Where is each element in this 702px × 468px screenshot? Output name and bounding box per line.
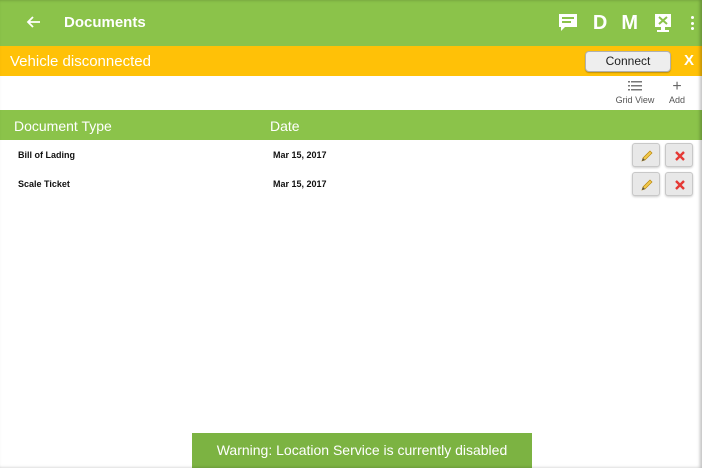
pencil-icon xyxy=(641,150,653,162)
location-warning-toast: Warning: Location Service is currently d… xyxy=(192,433,532,468)
date-cell: Mar 15, 2017 xyxy=(273,150,327,160)
grid-view-button[interactable]: Grid View xyxy=(612,80,658,105)
close-icon xyxy=(675,151,685,161)
toolbar: Grid View + Add xyxy=(0,76,702,110)
pencil-icon xyxy=(641,179,653,191)
add-label: Add xyxy=(668,95,685,105)
grid-view-label: Grid View xyxy=(615,95,655,105)
column-header-date: Date xyxy=(270,118,300,134)
app-bar: Documents D M xyxy=(0,0,702,46)
arrow-left-icon[interactable] xyxy=(22,10,46,34)
date-cell: Mar 15, 2017 xyxy=(273,179,327,189)
document-type-cell: Scale Ticket xyxy=(18,179,70,189)
table-header: Document Type Date xyxy=(0,110,702,140)
report-icon[interactable] xyxy=(652,12,674,34)
close-icon xyxy=(675,180,685,190)
edit-button[interactable] xyxy=(632,143,660,167)
add-button[interactable]: + Add xyxy=(664,78,690,106)
list-icon xyxy=(612,80,658,94)
document-type-cell: Bill of Lading xyxy=(18,150,75,160)
vehicle-status-banner: Vehicle disconnected Connect X xyxy=(0,46,702,76)
plus-icon: + xyxy=(672,78,682,95)
page-title: Documents xyxy=(64,14,146,31)
banner-close-button[interactable]: X xyxy=(684,52,694,69)
appbar-actions: D M xyxy=(557,8,696,38)
documents-screen: Documents D M Vehicle disconnected Conne… xyxy=(0,0,702,468)
message-icon[interactable] xyxy=(557,13,579,33)
m-status-button[interactable]: M xyxy=(621,8,638,38)
table-row[interactable]: Bill of Lading Mar 15, 2017 xyxy=(0,141,702,169)
delete-button[interactable] xyxy=(665,172,693,196)
d-status-button[interactable]: D xyxy=(593,8,607,38)
banner-message: Vehicle disconnected xyxy=(10,53,151,70)
delete-button[interactable] xyxy=(665,143,693,167)
more-vert-icon[interactable] xyxy=(688,13,696,33)
column-header-document-type: Document Type xyxy=(14,118,112,134)
table-row[interactable]: Scale Ticket Mar 15, 2017 xyxy=(0,170,702,198)
connect-button[interactable]: Connect xyxy=(585,51,671,72)
edit-button[interactable] xyxy=(632,172,660,196)
